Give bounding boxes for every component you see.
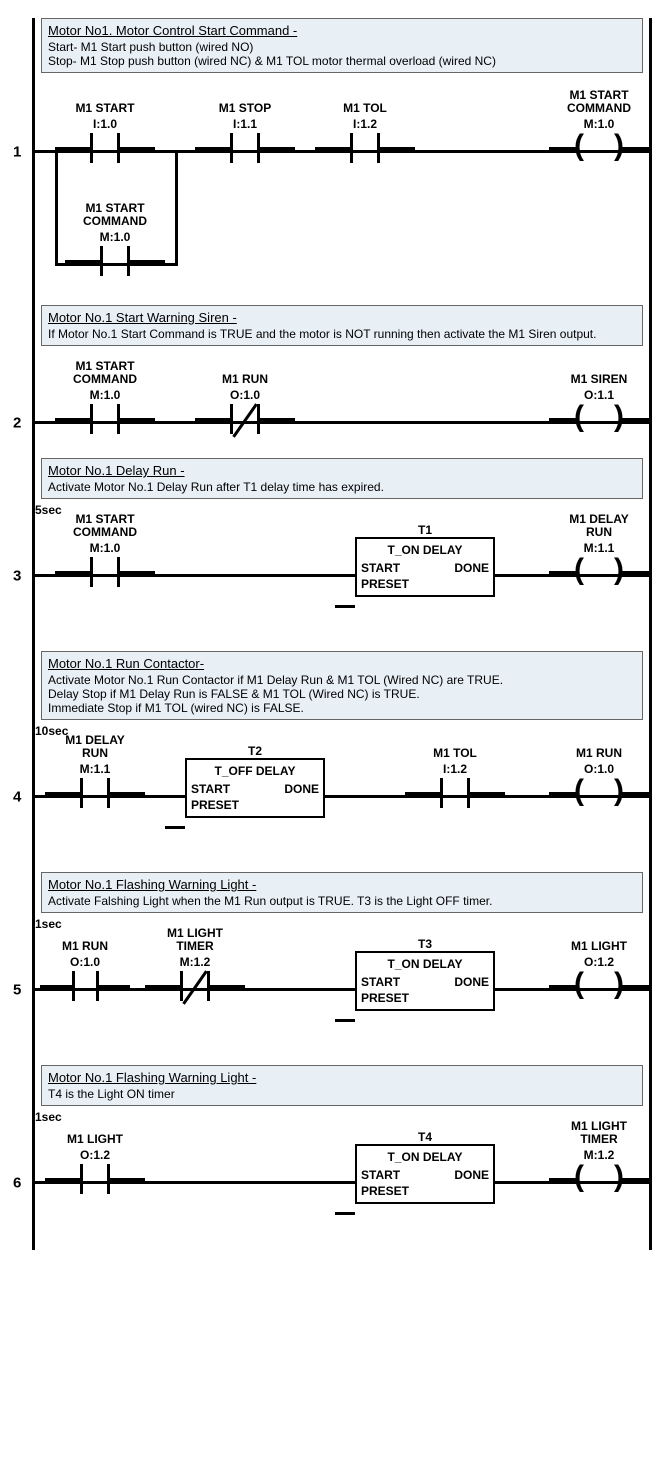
coil-icon: () [549,1164,649,1194]
contact-m1-run-nc: M1 RUN O:1.0 [195,373,295,434]
rung-6-comment-title: Motor No.1 Flashing Warning Light - [48,1070,636,1085]
timer-t1: T1 T_ON DELAY STARTDONE PRESET [355,523,495,597]
rung-3-comment-title: Motor No.1 Delay Run - [48,463,636,478]
contact-m1-tol-r4: M1 TOL I:1.2 [405,747,505,808]
rung-2-container: Motor No.1 Start Warning Siren - If Moto… [12,305,652,450]
rung-6-number: 6 [13,1175,21,1192]
coil-m1-run: M1 RUN O:1.0 () [549,747,649,808]
rung-5: 5 M1 RUN O:1.0 M1 LIGHT TIMER M:1.2 T3 T… [35,917,649,1057]
rung-4-comment-title: Motor No.1 Run Contactor- [48,656,636,671]
ladder-diagram: Motor No1. Motor Control Start Command -… [12,18,652,1250]
contact-m1-light-timer-nc: M1 LIGHT TIMER M:1.2 [145,927,245,1001]
rung-6: 6 M1 LIGHT O:1.2 T4 T_ON DELAY STARTDONE… [35,1110,649,1250]
rung-1-comment-title: Motor No1. Motor Control Start Command - [48,23,636,38]
no-contact-icon [55,404,155,434]
rung-2: 2 M1 START COMMAND M:1.0 M1 RUN O:1.0 M1… [35,350,649,450]
rung-4-comment-body: Activate Motor No.1 Run Contactor if M1 … [48,673,503,715]
timer-t2: T2 T_OFF DELAY STARTDONE PRESET [185,744,325,818]
contact-m1-light-r6: M1 LIGHT O:1.2 [45,1133,145,1194]
coil-m1-start-command: M1 START COMMAND M:1.0 () [549,89,649,163]
contact-m1-start-command: M1 START COMMAND M:1.0 [55,360,155,434]
coil-icon: () [549,404,649,434]
rung-1-comment-body: Start- M1 Start push button (wired NO) S… [48,40,496,68]
contact-m1-start-command-branch: M1 START COMMAND M:1.0 [65,202,165,276]
no-contact-icon [65,246,165,276]
coil-m1-delay-run: M1 DELAY RUN M:1.1 () [549,513,649,587]
rung-5-comment-body: Activate Falshing Light when the M1 Run … [48,894,492,908]
rung-5-container: Motor No.1 Flashing Warning Light - Acti… [12,872,652,1057]
nc-contact-icon [145,971,245,1001]
rung-5-comment: Motor No.1 Flashing Warning Light - Acti… [41,872,643,913]
rung-3-comment-body: Activate Motor No.1 Delay Run after T1 d… [48,480,384,494]
rung-6-comment-body: T4 is the Light ON timer [48,1087,175,1101]
rung-1: 1 M1 START I:1.0 M1 STOP I:1.1 M1 TOL I:… [35,77,649,297]
rung-6-comment: Motor No.1 Flashing Warning Light - T4 i… [41,1065,643,1106]
coil-m1-light: M1 LIGHT O:1.2 () [549,940,649,1001]
rung-2-comment-title: Motor No.1 Start Warning Siren - [48,310,636,325]
contact-m1-delay-run: M1 DELAY RUN M:1.1 [45,734,145,808]
coil-m1-siren: M1 SIREN O:1.1 () [549,373,649,434]
no-contact-icon [40,971,130,1001]
timer-t3: T3 T_ON DELAY STARTDONE PRESET [355,937,495,1011]
no-contact-icon [195,133,295,163]
rung-3: 3 M1 START COMMAND M:1.0 T1 T_ON DELAY S… [35,503,649,643]
no-contact-icon [55,133,155,163]
coil-icon: () [549,778,649,808]
nc-contact-icon [195,404,295,434]
coil-m1-light-timer: M1 LIGHT TIMER M:1.2 () [549,1120,649,1194]
rung-5-number: 5 [13,982,21,999]
rung-4: 4 M1 DELAY RUN M:1.1 T2 T_OFF DELAY STAR… [35,724,649,864]
rung-2-comment: Motor No.1 Start Warning Siren - If Moto… [41,305,643,346]
contact-m1-run-r5: M1 RUN O:1.0 [40,940,130,1001]
rung-4-container: Motor No.1 Run Contactor- Activate Motor… [12,651,652,864]
coil-icon: () [549,971,649,1001]
rung-4-number: 4 [13,789,21,806]
rung-1-container: Motor No1. Motor Control Start Command -… [12,18,652,297]
no-contact-icon [45,1164,145,1194]
rung-3-container: Motor No.1 Delay Run - Activate Motor No… [12,458,652,643]
rung-5-comment-title: Motor No.1 Flashing Warning Light - [48,877,636,892]
no-contact-icon [45,778,145,808]
rung-1-comment: Motor No1. Motor Control Start Command -… [41,18,643,73]
contact-m1-stop: M1 STOP I:1.1 [195,102,295,163]
no-contact-icon [55,557,155,587]
rung-2-number: 2 [13,415,21,432]
contact-m1-start: M1 START I:1.0 [55,102,155,163]
contact-m1-start-command-r3: M1 START COMMAND M:1.0 [55,513,155,587]
timer-t4: T4 T_ON DELAY STARTDONE PRESET [355,1130,495,1204]
rung-2-comment-body: If Motor No.1 Start Command is TRUE and … [48,327,596,341]
coil-icon: () [549,557,649,587]
rung-6-container: Motor No.1 Flashing Warning Light - T4 i… [12,1065,652,1250]
rung-1-number: 1 [13,144,21,161]
rung-3-number: 3 [13,568,21,585]
contact-m1-tol: M1 TOL I:1.2 [315,102,415,163]
t3-preset-value: 1sec [35,917,649,931]
coil-icon: () [549,133,649,163]
no-contact-icon [315,133,415,163]
rung-3-comment: Motor No.1 Delay Run - Activate Motor No… [41,458,643,499]
rung-4-comment: Motor No.1 Run Contactor- Activate Motor… [41,651,643,720]
no-contact-icon [405,778,505,808]
